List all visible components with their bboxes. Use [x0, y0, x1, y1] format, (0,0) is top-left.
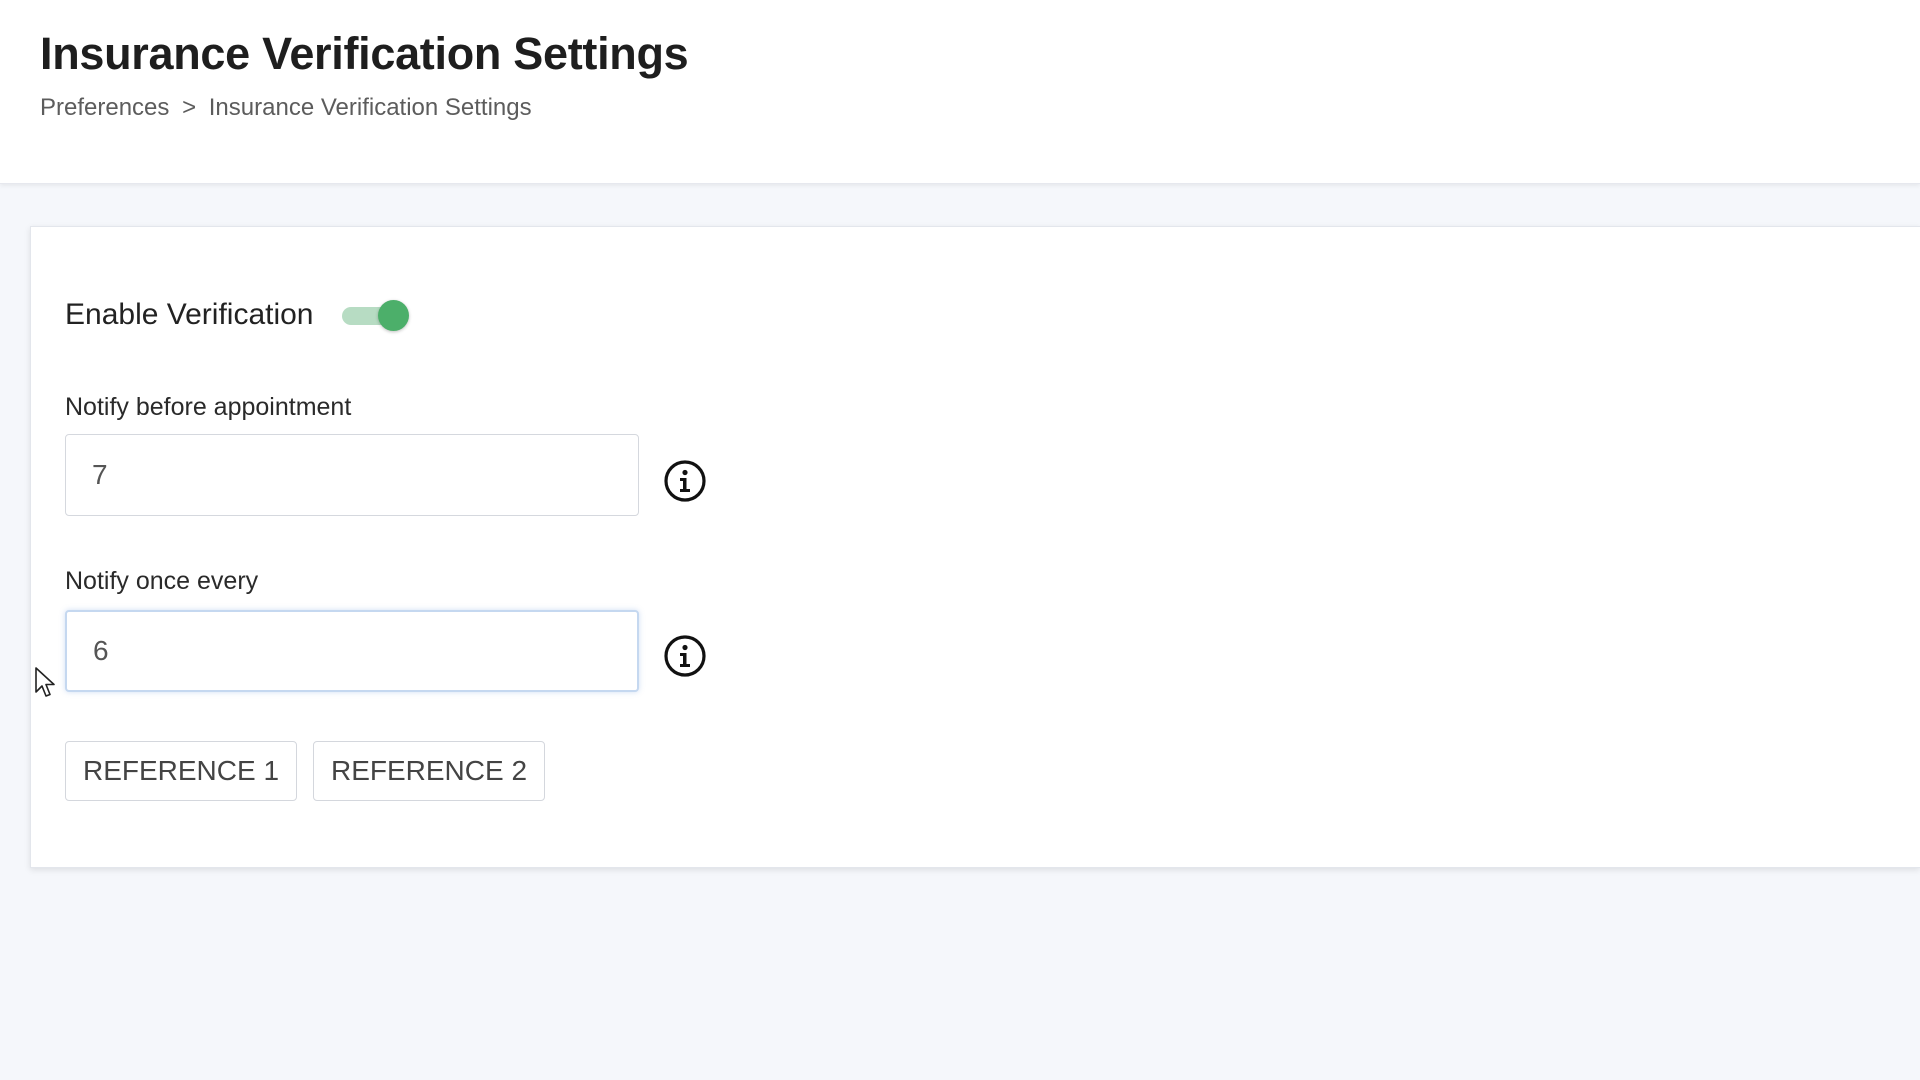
- enable-verification-toggle[interactable]: [340, 297, 412, 333]
- notify-before-label: Notify before appointment: [65, 393, 352, 421]
- mouse-cursor-icon: [35, 667, 55, 697]
- page-header: Insurance Verification Settings Preferen…: [0, 0, 1920, 184]
- reference-1-button[interactable]: REFERENCE 1: [65, 741, 297, 801]
- breadcrumb: Preferences > Insurance Verification Set…: [40, 94, 532, 122]
- notify-before-input[interactable]: [65, 434, 639, 516]
- toggle-knob: [377, 300, 409, 331]
- breadcrumb-item-current: Insurance Verification Settings: [208, 94, 532, 121]
- settings-card: Enable Verification Notify before appoin…: [30, 226, 1920, 868]
- reference-2-button[interactable]: REFERENCE 2: [313, 741, 545, 801]
- info-icon[interactable]: [663, 634, 707, 678]
- enable-verification-row: Enable Verification: [65, 293, 412, 337]
- breadcrumb-separator: >: [182, 94, 197, 121]
- notify-every-input[interactable]: [65, 610, 639, 692]
- page-title: Insurance Verification Settings: [40, 28, 689, 79]
- info-icon[interactable]: [663, 459, 707, 503]
- breadcrumb-item-preferences[interactable]: Preferences: [40, 94, 169, 121]
- notify-every-label: Notify once every: [65, 567, 259, 595]
- enable-verification-label: Enable Verification: [65, 298, 314, 331]
